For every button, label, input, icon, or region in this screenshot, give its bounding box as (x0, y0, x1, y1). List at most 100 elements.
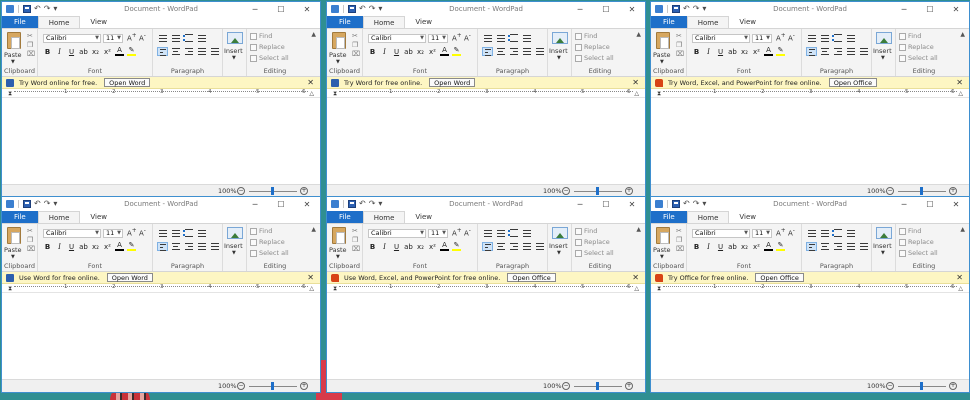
find-button[interactable]: Find (899, 32, 921, 40)
close-icon[interactable]: ✕ (619, 2, 645, 16)
underline-icon[interactable]: U (392, 243, 401, 251)
customize-qat-icon[interactable]: ▾ (378, 200, 382, 208)
title-bar[interactable]: ↶ ↷ ▾ Document - WordPad ─ ☐ ✕ (651, 2, 969, 16)
decrease-indent-icon[interactable] (482, 229, 493, 238)
document-area[interactable] (2, 100, 320, 184)
document-area[interactable] (327, 100, 645, 184)
strikethrough-icon[interactable]: ab (728, 48, 737, 56)
customize-qat-icon[interactable]: ▾ (53, 200, 57, 208)
increase-indent-icon[interactable] (495, 34, 506, 43)
paragraph-settings-icon[interactable] (209, 242, 220, 251)
picture-icon[interactable] (227, 227, 243, 239)
format-painter-icon[interactable]: ⌧ (352, 245, 360, 253)
font-family-select[interactable]: Calibri ▼ (43, 229, 101, 238)
undo-icon[interactable]: ↶ (683, 5, 690, 13)
highlight-icon[interactable]: ✎ (776, 47, 785, 56)
replace-button[interactable]: Replace (575, 43, 610, 51)
left-indent-marker-icon[interactable]: ⧗ (333, 285, 337, 293)
title-bar[interactable]: ↶ ↷ ▾ Document - WordPad ─ ☐ ✕ (651, 197, 969, 211)
zoom-slider-thumb[interactable] (596, 382, 599, 390)
copy-icon[interactable]: ❐ (352, 41, 358, 49)
minimize-icon[interactable]: ─ (567, 2, 593, 16)
tab-view[interactable]: View (80, 16, 117, 28)
shrink-font-icon[interactable]: A- (788, 33, 795, 42)
superscript-icon[interactable]: x² (103, 48, 112, 56)
shrink-font-icon[interactable]: A- (464, 33, 471, 42)
collapse-ribbon-icon[interactable]: ▲ (960, 226, 965, 233)
italic-icon[interactable]: I (704, 48, 713, 56)
subscript-icon[interactable]: x₂ (91, 243, 100, 251)
grow-font-icon[interactable]: A+ (452, 33, 462, 42)
maximize-icon[interactable]: ☐ (268, 197, 294, 211)
right-indent-marker-icon[interactable]: △ (958, 90, 963, 97)
insert-button[interactable]: Insert (549, 47, 568, 55)
subscript-icon[interactable]: x₂ (91, 48, 100, 56)
maximize-icon[interactable]: ☐ (593, 197, 619, 211)
justify-icon[interactable] (521, 242, 532, 251)
paste-icon[interactable] (656, 227, 670, 244)
minimize-icon[interactable]: ─ (891, 197, 917, 211)
ruler[interactable]: ⧗ 1 2 3 4 5 6 △ (327, 284, 645, 293)
document-area[interactable] (651, 295, 969, 379)
font-size-select[interactable]: 11 ▼ (752, 229, 772, 238)
tab-file[interactable]: File (2, 211, 38, 223)
decrease-indent-icon[interactable] (806, 229, 817, 238)
tab-view[interactable]: View (405, 211, 442, 223)
text-color-icon[interactable]: A (440, 242, 449, 251)
undo-icon[interactable]: ↶ (359, 5, 366, 13)
justify-icon[interactable] (845, 47, 856, 56)
document-area[interactable] (327, 295, 645, 379)
italic-icon[interactable]: I (380, 243, 389, 251)
superscript-icon[interactable]: x² (752, 48, 761, 56)
superscript-icon[interactable]: x² (752, 243, 761, 251)
tab-file[interactable]: File (651, 16, 687, 28)
zoom-slider-thumb[interactable] (271, 382, 274, 390)
document-area[interactable] (2, 295, 320, 379)
increase-indent-icon[interactable] (170, 229, 181, 238)
align-center-icon[interactable] (819, 242, 830, 251)
text-color-icon[interactable]: A (764, 242, 773, 251)
notification-open-button[interactable]: Open Office (828, 78, 878, 87)
format-painter-icon[interactable]: ⌧ (27, 50, 35, 58)
tab-home[interactable]: Home (37, 16, 81, 28)
bold-icon[interactable]: B (368, 243, 377, 251)
left-indent-marker-icon[interactable]: ⧗ (333, 90, 337, 98)
font-size-select[interactable]: 11 ▼ (428, 229, 448, 238)
undo-icon[interactable]: ↶ (34, 200, 41, 208)
subscript-icon[interactable]: x₂ (740, 48, 749, 56)
line-spacing-icon[interactable] (845, 229, 856, 238)
decrease-indent-icon[interactable] (806, 34, 817, 43)
text-color-icon[interactable]: A (440, 47, 449, 56)
grow-font-icon[interactable]: A+ (452, 228, 462, 237)
font-family-select[interactable]: Calibri ▼ (692, 34, 750, 43)
save-icon[interactable] (672, 5, 680, 13)
select-all-button[interactable]: Select all (250, 54, 289, 62)
ruler[interactable]: ⧗ 1 2 3 4 5 6 △ (2, 284, 320, 293)
insert-dropdown-icon[interactable]: ▼ (557, 250, 561, 256)
paragraph-settings-icon[interactable] (534, 47, 545, 56)
insert-button[interactable]: Insert (224, 47, 243, 55)
bold-icon[interactable]: B (43, 243, 52, 251)
redo-icon[interactable]: ↷ (369, 200, 376, 208)
align-right-icon[interactable] (183, 242, 194, 251)
align-right-icon[interactable] (508, 47, 519, 56)
underline-icon[interactable]: U (392, 48, 401, 56)
paste-icon[interactable] (656, 32, 670, 49)
select-all-button[interactable]: Select all (899, 54, 938, 62)
grow-font-icon[interactable]: A+ (127, 228, 137, 237)
tab-home[interactable]: Home (686, 16, 730, 28)
redo-icon[interactable]: ↷ (369, 5, 376, 13)
maximize-icon[interactable]: ☐ (917, 2, 943, 16)
left-indent-marker-icon[interactable]: ⧗ (657, 285, 661, 293)
subscript-icon[interactable]: x₂ (416, 243, 425, 251)
wordpad-window[interactable]: ↶ ↷ ▾ Document - WordPad ─ ☐ ✕ File Home… (650, 1, 970, 198)
strikethrough-icon[interactable]: ab (404, 48, 413, 56)
zoom-in-icon[interactable]: + (625, 382, 633, 390)
insert-dropdown-icon[interactable]: ▼ (232, 55, 236, 61)
redo-icon[interactable]: ↷ (693, 5, 700, 13)
paste-button[interactable]: Paste (653, 51, 671, 59)
close-icon[interactable]: ✕ (294, 2, 320, 16)
collapse-ribbon-icon[interactable]: ▲ (636, 226, 641, 233)
strikethrough-icon[interactable]: ab (79, 48, 88, 56)
picture-icon[interactable] (227, 32, 243, 44)
